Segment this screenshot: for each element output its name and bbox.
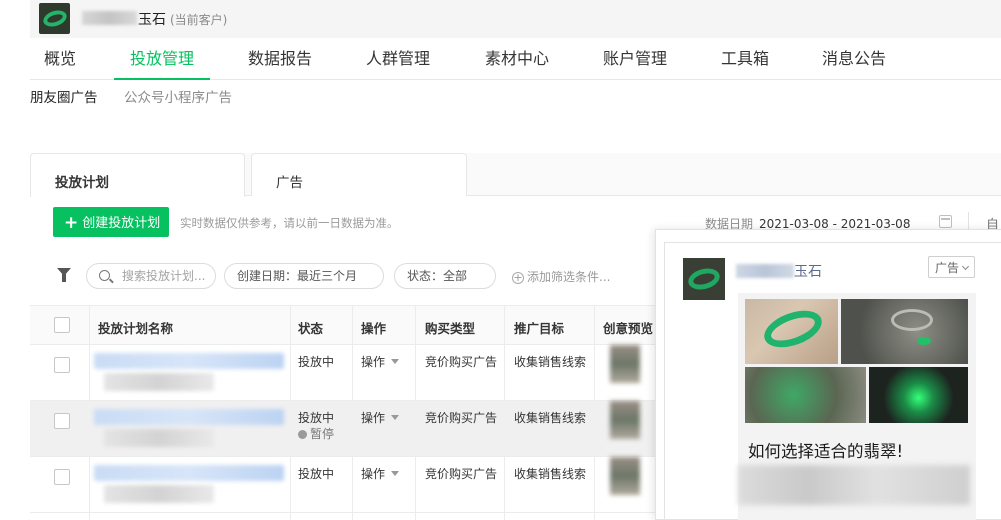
plus-icon: + [64, 213, 79, 233]
blurred-ad-body [738, 465, 970, 505]
nav-account[interactable]: 账户管理 [603, 40, 667, 80]
plus-circle-icon: + [512, 271, 524, 284]
calendar-icon[interactable] [939, 215, 952, 228]
action-dropdown[interactable]: 操作 [361, 353, 400, 370]
pause-icon [298, 430, 307, 439]
buy-type: 竞价购买广告 [425, 355, 498, 369]
col-campaign-name[interactable]: 投放计划名称 [98, 318, 173, 337]
action-dropdown[interactable]: 操作 [361, 465, 400, 482]
ad-image-rough-stone [841, 299, 968, 364]
blurred-campaign-id [104, 373, 214, 391]
nav-data-report[interactable]: 数据报告 [248, 40, 312, 80]
account-current-tag: (当前客户) [170, 13, 228, 27]
nav-overview[interactable]: 概览 [44, 40, 76, 80]
status-filter[interactable]: 状态：全部 [394, 263, 496, 289]
created-date-filter[interactable]: 创建日期：最近三个月 [224, 263, 384, 289]
caret-down-icon [391, 471, 400, 476]
creative-preview-popover: 玉石 广告 如何选择适合的翡翠! [655, 229, 1001, 520]
table-header: 投放计划名称 状态 操作 购买类型 推广目标 创意预览 [30, 305, 670, 345]
action-dropdown[interactable]: 操作 [361, 409, 400, 426]
chevron-down-icon [961, 262, 970, 271]
goal: 收集销售线索 [514, 411, 587, 425]
nav-notices[interactable]: 消息公告 [822, 40, 886, 80]
creative-thumbnail[interactable] [610, 345, 640, 383]
table-row[interactable]: 投放中 操作 竞价购买广告 收集销售线索 [30, 457, 670, 513]
realtime-data-tip: 实时数据仅供参考，请以前一日数据为准。 [180, 216, 399, 230]
advertiser-name: 玉石 [794, 264, 822, 280]
row-checkbox[interactable] [54, 413, 70, 429]
blurred-campaign-name[interactable] [94, 465, 284, 481]
advertiser-avatar [683, 258, 725, 300]
ad-card: 如何选择适合的翡翠! [738, 293, 976, 520]
filter-icon[interactable] [57, 268, 71, 282]
col-buy-type[interactable]: 购买类型 [425, 318, 475, 337]
goal: 收集销售线索 [514, 355, 587, 369]
table-row[interactable]: 投放中 操作 竞价购买广告 收集销售线索 [30, 345, 670, 401]
caret-down-icon [391, 415, 400, 420]
blurred-campaign-id [104, 429, 214, 447]
nav-audience[interactable]: 人群管理 [366, 40, 430, 80]
tab-campaigns[interactable]: 投放计划 [30, 153, 245, 197]
col-action: 操作 [361, 321, 387, 336]
account-bar: 玉石 (当前客户) [30, 0, 1001, 38]
goal: 收集销售线索 [514, 467, 587, 481]
ad-image-lit-jade [869, 367, 968, 423]
col-creative-preview: 创意预览 [603, 321, 654, 336]
col-status[interactable]: 状态 [298, 318, 323, 337]
blurred-campaign-name[interactable] [94, 353, 284, 369]
buy-type: 竞价购买广告 [425, 467, 498, 481]
select-all-checkbox[interactable] [54, 317, 70, 333]
nav-asset-center[interactable]: 素材中心 [485, 40, 549, 80]
caret-down-icon [391, 359, 400, 364]
blurred-account-prefix [82, 11, 137, 25]
ad-headline: 如何选择适合的翡翠! [748, 442, 904, 461]
status-text: 投放中 [298, 467, 335, 481]
account-name[interactable]: 玉石 (当前客户) [138, 9, 227, 29]
campaign-search-input[interactable]: 搜索投放计划... [86, 263, 216, 289]
search-icon [99, 270, 110, 281]
blurred-campaign-name[interactable] [94, 409, 284, 425]
tab-ads[interactable]: 广告 [251, 153, 467, 196]
pause-status: 暂停 [298, 425, 334, 442]
ad-image-bangle [745, 299, 838, 364]
creative-thumbnail[interactable] [610, 457, 640, 495]
table-row[interactable]: 投放中 暂停 操作 竞价购买广告 收集销售线索 [30, 401, 670, 457]
status-text: 投放中 [298, 355, 335, 369]
blurred-advertiser-prefix [736, 264, 794, 278]
nav-toolbox[interactable]: 工具箱 [721, 40, 769, 80]
buy-type: 竞价购买广告 [425, 411, 498, 425]
add-filter-button[interactable]: + 添加筛选条件... [512, 268, 610, 285]
nav-ad-management[interactable]: 投放管理 [114, 40, 211, 80]
ad-image-jade-pieces [745, 367, 866, 423]
creative-thumbnail[interactable] [610, 401, 640, 439]
subnav-moments-ads[interactable]: 朋友圈广告 [30, 86, 98, 106]
subnav-official-account-ads[interactable]: 公众号小程序广告 [124, 86, 232, 106]
col-goal[interactable]: 推广目标 [514, 318, 564, 337]
account-avatar [39, 3, 70, 34]
content-tabs: 投放计划 广告 [30, 153, 1001, 197]
create-campaign-button[interactable]: + 创建投放计划 [53, 207, 169, 237]
row-checkbox[interactable] [54, 469, 70, 485]
ad-badge[interactable]: 广告 [928, 256, 976, 278]
main-nav: 概览 投放管理 数据报告 人群管理 素材中心 账户管理 工具箱 消息公告 [30, 40, 1001, 80]
blurred-campaign-id [104, 485, 214, 503]
status-text: 投放中 [298, 411, 335, 425]
row-checkbox[interactable] [54, 357, 70, 373]
